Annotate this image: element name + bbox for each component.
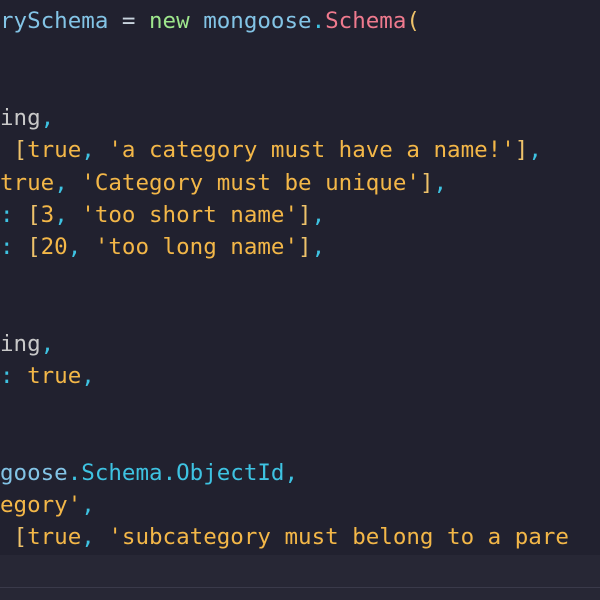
code-token-punct: ] — [298, 202, 312, 228]
line-description-required[interactable]: : true, — [0, 360, 95, 392]
code-token-operator: = — [108, 8, 150, 34]
code-token-comma: , — [40, 105, 55, 131]
code-token-comma: , — [528, 137, 542, 163]
code-token-identifier: goose — [0, 460, 68, 486]
code-token-identifier: mongoose — [189, 8, 312, 34]
code-token-type: ing — [0, 105, 41, 131]
code-token-comma: , — [284, 460, 299, 486]
code-token-comma: , — [81, 492, 95, 518]
code-token-punct: [ — [13, 202, 41, 228]
code-token-punct: [ — [13, 234, 41, 260]
line-name-unique[interactable]: true, 'Category must be unique'], — [0, 167, 447, 199]
code-token-constant: true — [0, 170, 55, 196]
code-token-comma: , — [81, 137, 109, 163]
code-token-punct: [ — [0, 524, 28, 550]
code-token-class: Schema — [325, 8, 407, 34]
line-schema-declaration[interactable]: rySchema = new mongoose.Schema( — [0, 5, 420, 37]
code-token-comma: . — [162, 460, 177, 486]
line-parent-required[interactable]: [true, 'subcategory must belong to a par… — [0, 521, 569, 553]
line-parent-type[interactable]: goose.Schema.ObjectId, — [0, 457, 298, 489]
code-token-constant: true — [13, 363, 82, 389]
line-description-type[interactable]: ing, — [0, 328, 54, 360]
code-token-property: Schema — [81, 460, 163, 486]
code-token-comma: , — [40, 331, 55, 357]
code-token-constant: true — [27, 137, 82, 163]
code-token-comma: , — [54, 202, 82, 228]
line-name-maxlength[interactable]: : [20, 'too long name'], — [0, 231, 325, 263]
code-token-property: ObjectId — [176, 460, 285, 486]
code-token-comma: : — [0, 234, 14, 260]
code-token-string: egory' — [0, 492, 82, 518]
code-token-comma: . — [67, 460, 82, 486]
code-token-comma: , — [311, 234, 326, 260]
code-token-comma: , — [67, 234, 95, 260]
code-token-comma: , — [81, 363, 95, 389]
code-token-comma: : — [0, 363, 14, 389]
code-token-identifier: rySchema — [0, 8, 109, 34]
code-token-comma: . — [311, 8, 326, 34]
code-token-punct: ( — [406, 8, 420, 34]
code-token-string: 'Category must be unique' — [81, 170, 420, 196]
code-token-punct: ] — [298, 234, 312, 260]
code-token-constant: true — [27, 524, 82, 550]
code-token-punct: ] — [419, 170, 434, 196]
code-token-comma: , — [54, 170, 82, 196]
code-token-string: 'too long name' — [94, 234, 299, 260]
line-name-type[interactable]: ing, — [0, 102, 54, 134]
code-token-comma: , — [433, 170, 448, 196]
code-token-keyword: new — [149, 8, 190, 34]
code-token-string: 'a category must have a name!' — [108, 137, 515, 163]
code-token-constant: 20 — [40, 234, 68, 260]
code-token-comma: : — [0, 202, 14, 228]
code-token-punct: ] — [514, 137, 529, 163]
code-token-string: 'subcategory must belong to a pare — [108, 524, 569, 550]
code-editor[interactable]: rySchema = new mongoose.Schema(ing, [tru… — [0, 0, 600, 600]
line-name-required[interactable]: [true, 'a category must have a name!'], — [0, 134, 542, 166]
code-token-punct: [ — [0, 137, 28, 163]
code-token-constant: 3 — [40, 202, 55, 228]
line-parent-ref[interactable]: egory', — [0, 489, 95, 521]
code-token-string: 'too short name' — [81, 202, 299, 228]
code-token-comma: , — [311, 202, 326, 228]
line-name-minlength[interactable]: : [3, 'too short name'], — [0, 199, 325, 231]
code-token-comma: , — [81, 524, 109, 550]
editor-bottom-panel — [0, 555, 600, 600]
panel-divider — [0, 587, 600, 588]
code-token-type: ing — [0, 331, 41, 357]
